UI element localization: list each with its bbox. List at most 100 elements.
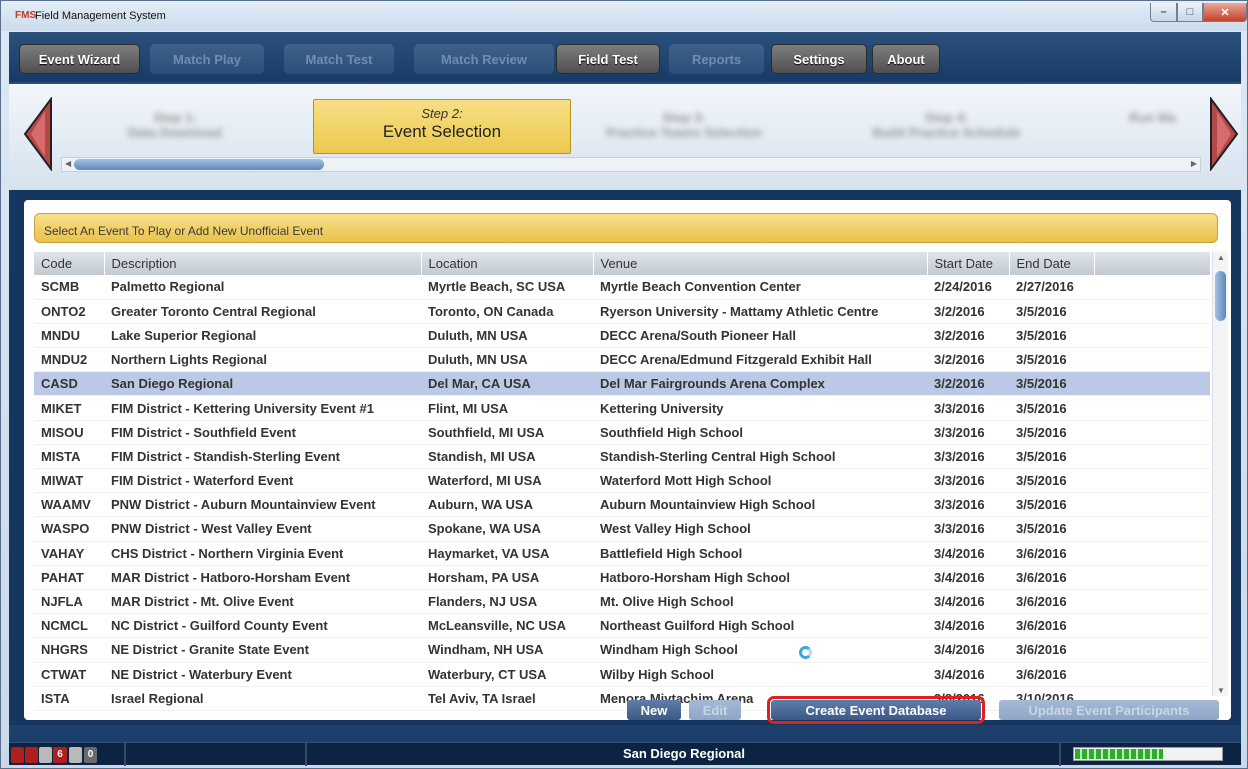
column-header-location[interactable]: Location [421,252,594,275]
cell-venue: Myrtle Beach Convention Center [593,275,927,300]
cell-filler [1094,613,1210,639]
cell-filler [1094,589,1210,615]
create-event-database-button[interactable]: Create Event Database [767,696,985,724]
table-row[interactable]: PAHAT MAR District - Hatboro-Horsham Even… [34,565,1210,590]
cell-location: Tel Aviv, TA Israel [421,686,593,711]
maximize-button[interactable]: □ [1177,3,1203,22]
close-button[interactable]: ✕ [1203,3,1247,22]
column-header-start-date[interactable]: Start Date [927,252,1010,275]
tab-event-wizard[interactable]: Event Wizard [19,44,140,74]
wizard-step-1[interactable]: Step 1: Data Download [105,110,245,140]
table-row[interactable]: NJFLA MAR District - Mt. Olive Event Fland… [34,589,1210,615]
status-indicator-gray [39,747,52,763]
update-event-participants-button[interactable]: Update Event Participants [999,700,1219,720]
column-header-venue[interactable]: Venue [593,252,928,275]
table-row[interactable]: NCMCL NC District - Guilford County Event… [34,613,1210,639]
cell-description: NC District - Guilford County Event [104,613,421,639]
edit-event-button[interactable]: Edit [689,700,741,720]
table-row[interactable]: CASD San Diego Regional Del Mar, CA USA Del… [34,371,1210,397]
scrollbar-thumb[interactable] [74,159,324,170]
wizard-step-4[interactable]: Step 4: Build Practice Schedule [854,110,1039,140]
cell-end-date: 3/5/2016 [1009,347,1094,373]
wizard-step-strip: Step 1: Data Download Step 2: Event Selec… [9,82,1241,190]
cell-end-date: 3/6/2016 [1009,613,1094,639]
column-header-description[interactable]: Description [104,252,422,275]
cell-code: VAHAY [34,541,104,566]
table-row[interactable]: VAHAY CHS District - Northern Virginia Ev… [34,541,1210,566]
cell-location: Waterbury, CT USA [421,662,593,687]
table-row[interactable]: MISTA FIM District - Standish-Sterling Ev… [34,444,1210,470]
cell-end-date: 3/5/2016 [1009,323,1094,349]
step-name: Run Ma [1129,110,1176,125]
cell-code: WAAMV [34,492,104,518]
cell-location: Horsham, PA USA [421,565,593,590]
table-row[interactable]: MIKET FIM District - Kettering University… [34,395,1210,421]
cell-location: Myrtle Beach, SC USA [421,275,593,300]
table-row[interactable]: WASPO PNW District - West Valley Event Spo… [34,516,1210,542]
cell-start-date: 3/2/2016 [927,347,1009,373]
cell-location: Auburn, WA USA [421,492,593,518]
tab-about[interactable]: About [872,44,940,74]
cell-filler [1094,565,1210,590]
app-window: FMS Field Management System – □ ✕ Event … [0,0,1248,769]
tab-field-test[interactable]: Field Test [556,44,660,74]
warning-count-badge: 0 [84,747,97,763]
table-row[interactable]: WAAMV PNW District - Auburn Mountainview … [34,492,1210,518]
progress-bar [1073,747,1223,761]
tab-match-play[interactable]: Match Play [150,44,264,74]
scroll-up-icon[interactable]: ▲ [1217,253,1225,262]
cell-location: Duluth, MN USA [421,347,593,373]
wizard-step-5[interactable]: Run Ma [1129,110,1199,125]
cell-code: MNDU2 [34,347,104,373]
new-event-button[interactable]: New [627,700,681,720]
cell-code: CASD [34,371,104,397]
scroll-right-icon[interactable]: ▶ [1191,159,1197,168]
cell-venue: Ryerson University - Mattamy Athletic Ce… [593,299,927,324]
scrollbar-thumb[interactable] [1215,271,1226,321]
wizard-step-3[interactable]: Step 3: Practice Teams Selection [589,110,779,140]
cell-end-date: 3/6/2016 [1009,589,1094,615]
tab-reports[interactable]: Reports [669,44,764,74]
cell-filler [1094,444,1210,470]
cell-filler [1094,420,1210,445]
table-row[interactable]: SCMB Palmetto Regional Myrtle Beach, SC US… [34,275,1210,300]
table-row[interactable]: ONTO2 Greater Toronto Central Regional Tor… [34,299,1210,324]
wizard-horizontal-scrollbar[interactable]: ◀ ▶ [61,157,1201,172]
cell-filler [1094,323,1210,349]
table-row[interactable]: MNDU2 Northern Lights Regional Duluth, MN … [34,347,1210,373]
column-header-code[interactable]: Code [34,252,105,275]
cell-description: FIM District - Kettering University Even… [104,395,421,421]
tab-match-test[interactable]: Match Test [284,44,394,74]
table-vertical-scrollbar[interactable]: ▲ ▼ [1212,252,1228,696]
cell-description: FIM District - Waterford Event [104,468,421,494]
tab-match-review[interactable]: Match Review [414,44,554,74]
table-body: SCMB Palmetto Regional Myrtle Beach, SC US… [34,275,1210,711]
wizard-step-current[interactable]: Step 2: Event Selection [313,99,571,154]
next-step-arrow-icon[interactable] [1209,97,1239,171]
status-bar: 6 0 San Diego Regional [9,742,1241,766]
event-table[interactable]: Code Description Location Venue Start Da… [34,252,1211,711]
table-row[interactable]: NHGRS NE District - Granite State Event Wi… [34,637,1210,663]
table-header: Code Description Location Venue Start Da… [34,252,1211,275]
step-number: Step 1: [153,110,197,125]
cell-description: Northern Lights Regional [104,347,421,373]
minimize-button[interactable]: – [1150,3,1177,22]
table-row[interactable]: CTWAT NE District - Waterbury Event Waterb… [34,662,1210,687]
table-row[interactable]: MISOU FIM District - Southfield Event Sout… [34,420,1210,445]
column-header-end-date[interactable]: End Date [1009,252,1095,275]
scroll-left-icon[interactable]: ◀ [65,159,71,168]
cell-code: MIWAT [34,468,104,494]
cell-filler [1094,516,1210,542]
table-row[interactable]: MNDU Lake Superior Regional Duluth, MN USA… [34,323,1210,349]
loading-spinner-icon [799,646,812,659]
cell-filler [1094,275,1210,300]
cell-filler [1094,662,1210,687]
cell-start-date: 3/3/2016 [927,468,1009,494]
table-row[interactable]: MIWAT FIM District - Waterford Event Water… [34,468,1210,494]
previous-step-arrow-icon[interactable] [23,97,53,171]
scroll-down-icon[interactable]: ▼ [1217,686,1225,695]
tab-settings[interactable]: Settings [771,44,867,74]
cell-venue: Southfield High School [593,420,927,445]
cell-code: NJFLA [34,589,104,615]
cell-start-date: 2/24/2016 [927,275,1009,300]
